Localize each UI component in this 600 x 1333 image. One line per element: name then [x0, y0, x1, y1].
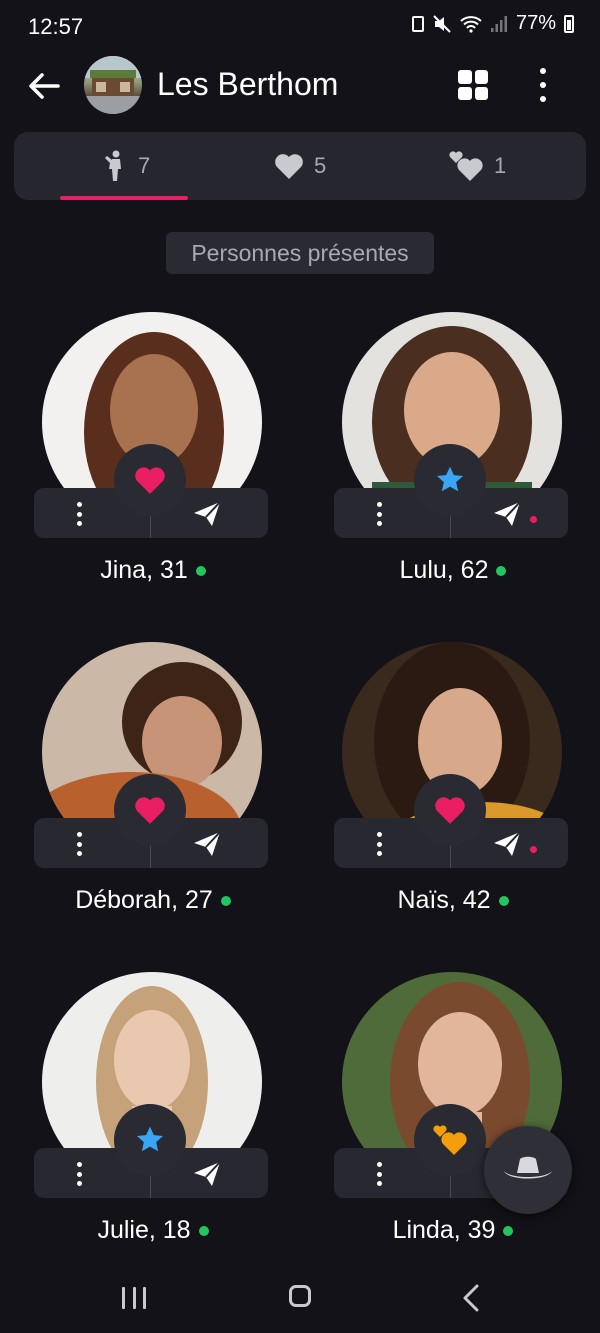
online-indicator	[498, 896, 509, 907]
mute-icon	[433, 14, 451, 33]
hearts-icon	[433, 1125, 467, 1155]
more-options-icon[interactable]	[376, 1162, 382, 1186]
hearts-icon	[449, 151, 483, 181]
person-name-text: Lulu, 62	[399, 556, 489, 584]
venue-avatar[interactable]	[84, 56, 142, 114]
more-options-icon[interactable]	[76, 1162, 82, 1186]
wifi-icon	[460, 15, 482, 33]
heart-icon	[435, 797, 465, 824]
tab-liked[interactable]: 5	[274, 132, 326, 200]
filter-tabs: 7 5 1	[14, 132, 586, 200]
person-card[interactable]: Jina, 31	[34, 312, 278, 602]
like-badge[interactable]	[414, 774, 486, 846]
tab-present-count: 7	[138, 153, 151, 178]
heart-icon	[135, 467, 165, 494]
send-icon[interactable]	[192, 500, 222, 528]
status-icons: 77%	[411, 12, 574, 35]
venue-photo	[84, 56, 142, 114]
status-bar: 12:57 77%	[0, 0, 600, 54]
person-standing-icon	[105, 150, 121, 181]
person-card[interactable]: Lulu, 62	[334, 312, 578, 602]
grid-view-icon[interactable]	[458, 70, 488, 100]
more-options-icon[interactable]	[76, 502, 82, 526]
back-arrow-icon[interactable]	[24, 66, 64, 106]
person-name: Julie, 18	[0, 1216, 308, 1245]
online-indicator	[503, 1226, 514, 1237]
person-name: Naïs, 42	[298, 886, 600, 915]
cowboy-hat-button[interactable]	[484, 1126, 572, 1214]
venue-title: Les Berthom	[157, 66, 339, 102]
more-options-icon[interactable]	[76, 832, 82, 856]
star-icon	[436, 466, 464, 492]
person-name-text: Linda, 39	[392, 1216, 496, 1244]
cowboy-hat-icon	[504, 1156, 552, 1179]
send-icon[interactable]	[492, 830, 522, 858]
battery-saver-icon	[411, 15, 424, 32]
send-icon[interactable]	[192, 830, 222, 858]
online-indicator	[195, 566, 206, 577]
person-name-text: Jina, 31	[100, 556, 188, 584]
person-name-text: Julie, 18	[97, 1216, 191, 1244]
tab-matches-count: 1	[494, 153, 507, 178]
online-indicator	[496, 566, 507, 577]
tab-present[interactable]: 7	[102, 132, 150, 200]
more-options-icon[interactable]	[376, 502, 382, 526]
like-badge[interactable]	[114, 444, 186, 516]
person-name: Linda, 39	[298, 1216, 600, 1245]
match-badge[interactable]	[414, 1104, 486, 1176]
person-name-text: Naïs, 42	[397, 886, 491, 914]
battery-percent: 77%	[515, 12, 556, 34]
online-indicator	[220, 896, 231, 907]
person-name: Lulu, 62	[298, 556, 600, 585]
signal-icon	[490, 15, 507, 32]
battery-icon	[564, 14, 574, 33]
nav-back-icon[interactable]	[462, 1284, 480, 1312]
like-badge[interactable]	[114, 774, 186, 846]
active-tab-indicator	[60, 196, 188, 200]
more-options-icon[interactable]	[376, 832, 382, 856]
recents-icon[interactable]	[122, 1287, 146, 1309]
send-icon[interactable]	[492, 500, 522, 528]
send-icon[interactable]	[192, 1160, 222, 1188]
person-card[interactable]: Linda, 39	[334, 972, 578, 1262]
star-icon	[136, 1126, 164, 1152]
unread-dot	[530, 846, 537, 853]
person-card[interactable]: Naïs, 42	[334, 642, 578, 932]
system-nav-bar	[0, 1265, 600, 1333]
app-bar: Les Berthom	[0, 54, 600, 118]
unread-dot	[530, 516, 537, 523]
tab-liked-count: 5	[314, 153, 327, 178]
heart-icon	[275, 154, 303, 179]
person-card[interactable]: Déborah, 27	[34, 642, 278, 932]
heart-icon	[135, 797, 165, 824]
person-name-text: Déborah, 27	[75, 886, 213, 914]
status-time: 12:57	[28, 14, 84, 39]
tab-matches[interactable]: 1	[448, 132, 506, 200]
person-card[interactable]: Julie, 18	[34, 972, 278, 1262]
home-icon[interactable]	[289, 1285, 311, 1307]
section-label: Personnes présentes	[166, 232, 434, 274]
person-name: Déborah, 27	[0, 886, 308, 915]
favorite-badge[interactable]	[414, 444, 486, 516]
favorite-badge[interactable]	[114, 1104, 186, 1176]
more-vert-icon[interactable]	[534, 68, 552, 102]
person-name: Jina, 31	[0, 556, 308, 585]
online-indicator	[198, 1226, 209, 1237]
